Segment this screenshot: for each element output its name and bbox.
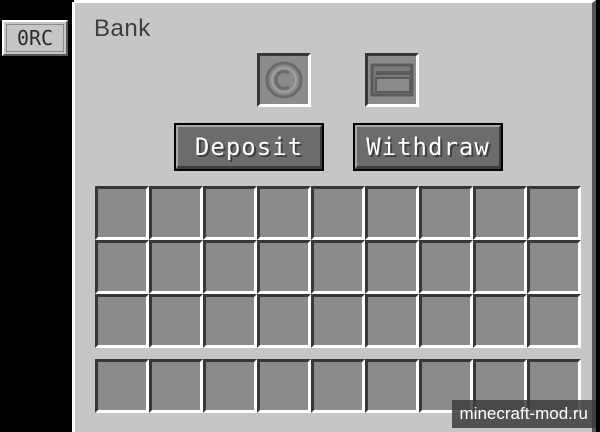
inventory-slot[interactable] (473, 294, 527, 348)
hotbar-slot[interactable] (257, 359, 311, 413)
player-inventory-grid (95, 186, 581, 348)
inventory-slot[interactable] (365, 294, 419, 348)
hotbar-slot[interactable] (203, 359, 257, 413)
side-tab-label: 0RC (6, 24, 64, 52)
hotbar-slot[interactable] (149, 359, 203, 413)
window-title: Bank (94, 15, 151, 42)
withdraw-button[interactable]: Withdraw (353, 123, 503, 171)
inventory-slot[interactable] (473, 240, 527, 294)
inventory-slot[interactable] (257, 294, 311, 348)
coin-icon (265, 61, 303, 99)
inventory-slot[interactable] (149, 294, 203, 348)
inventory-slot[interactable] (149, 186, 203, 240)
coin-slot[interactable] (257, 53, 311, 107)
inventory-slot[interactable] (527, 240, 581, 294)
deposit-button-label: Deposit (194, 133, 304, 161)
inventory-slot[interactable] (95, 186, 149, 240)
inventory-slot[interactable] (257, 186, 311, 240)
inventory-slot[interactable] (365, 186, 419, 240)
inventory-slot[interactable] (95, 294, 149, 348)
withdraw-button-label: Withdraw (366, 133, 490, 161)
inventory-slot[interactable] (365, 240, 419, 294)
inventory-slot[interactable] (419, 294, 473, 348)
inventory-slot[interactable] (257, 240, 311, 294)
inventory-slot[interactable] (419, 240, 473, 294)
inventory-slot[interactable] (527, 294, 581, 348)
watermark: minecraft-mod.ru (451, 400, 596, 428)
hotbar-slot[interactable] (311, 359, 365, 413)
inventory-slot[interactable] (527, 186, 581, 240)
inventory-slot[interactable] (419, 186, 473, 240)
inventory-slot[interactable] (203, 240, 257, 294)
wallet-icon (370, 63, 414, 97)
screen: 0RC Bank Deposit Withdraw minecraft-mod.… (0, 0, 600, 432)
wallet-slot[interactable] (365, 53, 419, 107)
bank-window: Bank Deposit Withdraw (72, 0, 596, 432)
inventory-slot[interactable] (95, 240, 149, 294)
hotbar-slot[interactable] (365, 359, 419, 413)
inventory-slot[interactable] (473, 186, 527, 240)
side-tab-orc[interactable]: 0RC (2, 20, 68, 56)
inventory-slot[interactable] (311, 294, 365, 348)
inventory-slot[interactable] (203, 294, 257, 348)
inventory-slot[interactable] (311, 240, 365, 294)
hotbar-slot[interactable] (95, 359, 149, 413)
deposit-button[interactable]: Deposit (174, 123, 324, 171)
inventory-slot[interactable] (149, 240, 203, 294)
inventory-slot[interactable] (311, 186, 365, 240)
inventory-slot[interactable] (203, 186, 257, 240)
